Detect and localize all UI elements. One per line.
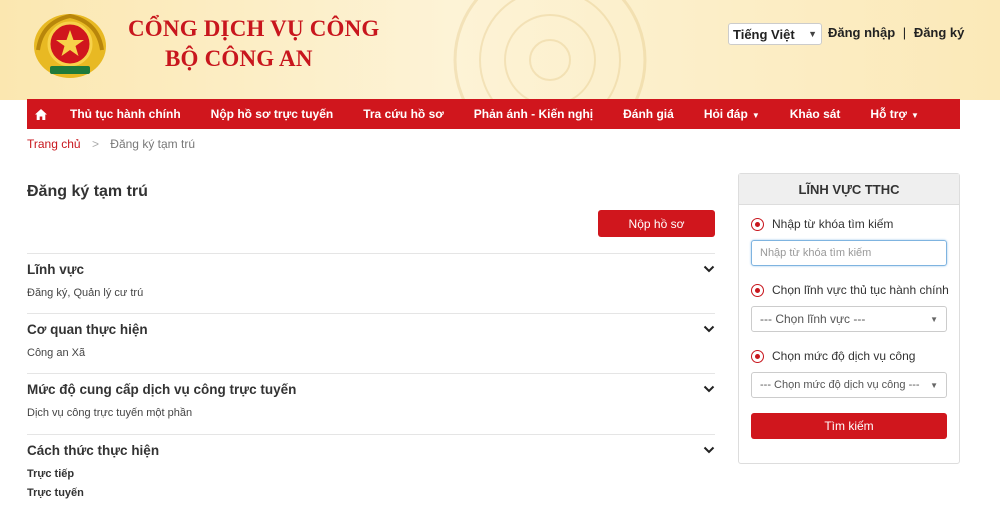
main-nav: Thủ tục hành chính Nộp hồ sơ trực tuyến … (27, 99, 960, 129)
chevron-down-icon (703, 325, 715, 333)
nav-item-label: Nộp hồ sơ trực tuyến (210, 107, 334, 121)
section-value: Dịch vụ công trực tuyến một phần (27, 407, 193, 419)
keyword-placeholder: Nhập từ khóa tìm kiếm (760, 247, 872, 259)
auth-links: Đăng nhập | Đăng ký (828, 25, 964, 40)
section-header[interactable]: Lĩnh vực (27, 254, 715, 284)
section-title: Cơ quan thực hiện (27, 321, 148, 337)
caret-down-icon: ▼ (930, 314, 938, 324)
chevron-down-icon (703, 265, 715, 273)
nav-item-label: Tra cứu hồ sơ (363, 107, 444, 121)
breadcrumb-home-link[interactable]: Trang chủ (27, 137, 81, 151)
section-cach-thuc: Cách thức thực hiện Trực tiếp Trực tuyến (27, 434, 715, 503)
section-header[interactable]: Cách thức thực hiện (27, 435, 715, 465)
caret-down-icon: ▼ (751, 111, 760, 120)
nav-item-tra-cuu[interactable]: Tra cứu hồ sơ (348, 107, 459, 121)
breadcrumb-current: Đăng ký tạm trú (110, 137, 195, 151)
section-title: Mức độ cung cấp dịch vụ công trực tuyến (27, 381, 297, 397)
section-co-quan: Cơ quan thực hiện Công an Xã (27, 313, 715, 363)
keyword-search-input[interactable]: Nhập từ khóa tìm kiếm (751, 240, 947, 266)
field-select[interactable]: --- Chọn lĩnh vực --- ▼ (751, 306, 947, 332)
home-icon (35, 108, 47, 120)
caret-down-icon: ▼ (910, 111, 919, 120)
nav-item-danh-gia[interactable]: Đánh giá (608, 107, 689, 121)
login-link[interactable]: Đăng nhập (828, 25, 895, 40)
keyword-option[interactable]: Nhập từ khóa tìm kiếm (751, 217, 893, 231)
service-level-select[interactable]: --- Chọn mức độ dịch vụ công --- ▼ (751, 372, 947, 398)
radio-selected-icon[interactable] (751, 283, 764, 297)
submit-application-button[interactable]: Nộp hồ sơ (598, 210, 715, 237)
level-label: Chọn mức độ dịch vụ công (772, 349, 916, 363)
radio-selected-icon[interactable] (751, 217, 764, 231)
police-emblem-logo (34, 13, 106, 78)
search-button[interactable]: Tìm kiếm (751, 413, 947, 439)
section-muc-do: Mức độ cung cấp dịch vụ công trực tuyến … (27, 373, 715, 423)
nav-item-phan-anh[interactable]: Phản ánh - Kiến nghị (459, 107, 608, 121)
site-header: CỔNG DỊCH VỤ CÔNG BỘ CÔNG AN Tiếng Việt … (0, 0, 1000, 100)
nav-item-thu-tuc[interactable]: Thủ tục hành chính (55, 107, 196, 121)
nav-item-hoi-dap[interactable]: Hỏi đáp ▼ (689, 107, 775, 121)
breadcrumb-separator: > (91, 137, 99, 151)
nav-item-label: Hỏi đáp (703, 107, 748, 121)
nav-home-button[interactable] (27, 108, 55, 120)
level-option[interactable]: Chọn mức độ dịch vụ công (751, 349, 915, 363)
radio-selected-icon[interactable] (751, 349, 764, 363)
nav-item-label: Đánh giá (623, 107, 674, 121)
nav-item-label: Hỗ trợ (870, 107, 907, 121)
level-select-value: --- Chọn mức độ dịch vụ công --- (760, 379, 920, 391)
portal-title-line2: BỘ CÔNG AN (165, 46, 313, 71)
keyword-label: Nhập từ khóa tìm kiếm (772, 217, 894, 231)
section-linh-vuc: Lĩnh vực Đăng ký, Quản lý cư trú (27, 253, 715, 303)
nav-item-ho-tro[interactable]: Hỗ trợ ▼ (855, 107, 933, 121)
field-label: Chọn lĩnh vực thủ tục hành chính (772, 283, 949, 297)
portal-title-line1: CỔNG DỊCH VỤ CÔNG (128, 16, 380, 41)
search-sidebar: LĨNH VỰC TTHC Nhập từ khóa tìm kiếm Nhập… (738, 173, 960, 464)
nav-item-label: Khảo sát (789, 107, 841, 121)
register-link[interactable]: Đăng ký (914, 25, 965, 40)
section-title: Lĩnh vực (27, 261, 85, 277)
chevron-down-icon: ▼ (808, 29, 817, 39)
auth-separator: | (902, 25, 907, 40)
field-option[interactable]: Chọn lĩnh vực thủ tục hành chính (751, 283, 949, 297)
section-value: Trực tiếp (27, 468, 75, 480)
section-header[interactable]: Cơ quan thực hiện (27, 314, 715, 344)
drum-pattern-decoration (453, 0, 647, 100)
chevron-down-icon (703, 385, 715, 393)
section-title: Cách thức thực hiện (27, 442, 160, 458)
section-value: Công an Xã (27, 347, 86, 359)
chevron-down-icon (703, 446, 715, 454)
nav-item-nop-ho-so[interactable]: Nộp hồ sơ trực tuyến (196, 107, 349, 121)
breadcrumb: Trang chủ > Đăng ký tạm trú (27, 137, 195, 151)
language-select[interactable]: Tiếng Việt ▼ (728, 23, 822, 45)
section-value: Đăng ký, Quản lý cư trú (27, 287, 144, 299)
section-header[interactable]: Mức độ cung cấp dịch vụ công trực tuyến (27, 374, 715, 404)
nav-item-label: Phản ánh - Kiến nghị (473, 107, 594, 121)
field-select-value: --- Chọn lĩnh vực --- (760, 312, 866, 326)
sidebar-heading: LĨNH VỰC TTHC (739, 174, 959, 205)
nav-item-khao-sat[interactable]: Khảo sát (775, 107, 856, 121)
page-title: Đăng ký tạm trú (27, 183, 148, 200)
chevron-down-icon: ▼ (930, 380, 938, 390)
nav-item-label: Thủ tục hành chính (70, 107, 181, 121)
language-value: Tiếng Việt (733, 26, 795, 42)
section-value: Trực tuyến (27, 487, 84, 499)
